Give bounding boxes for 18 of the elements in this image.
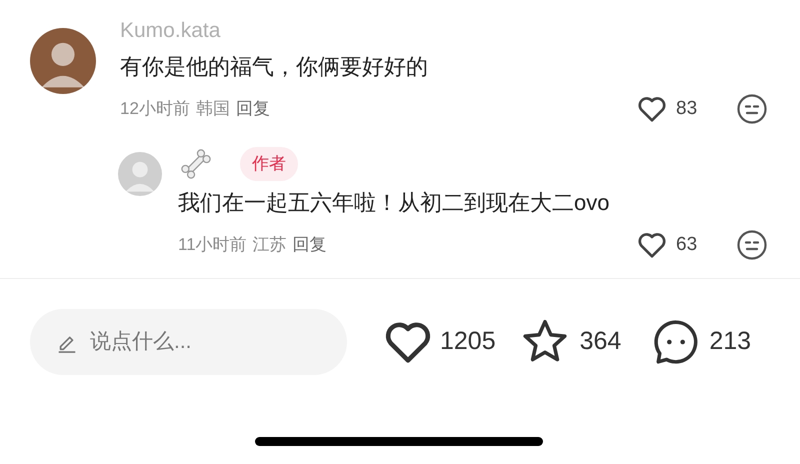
favorite-count: 364 (580, 326, 622, 358)
reply-link[interactable]: 回复 (236, 96, 270, 122)
comment-input[interactable]: 说点什么... (30, 309, 347, 375)
face-icon[interactable] (736, 93, 768, 125)
comment-time: 11小时前 (178, 234, 247, 256)
face-icon[interactable] (736, 229, 768, 261)
comment-text: 我们在一起五六年啦！从初二到现在大二ovo (178, 189, 610, 217)
reply-link[interactable]: 回复 (292, 232, 327, 258)
like-count: 63 (676, 232, 698, 257)
avatar[interactable] (30, 28, 96, 94)
like-count: 83 (676, 96, 698, 121)
comment-location: 江苏 (252, 234, 287, 256)
comment-text: 有你是他的福气，你俩要好好的 (120, 53, 429, 81)
comment-time: 12小时前 (120, 98, 190, 120)
author-badge: 作者 (240, 147, 298, 181)
comment-count: 213 (709, 326, 752, 358)
comment-location: 韩国 (196, 98, 230, 120)
like-count: 1205 (440, 326, 496, 358)
